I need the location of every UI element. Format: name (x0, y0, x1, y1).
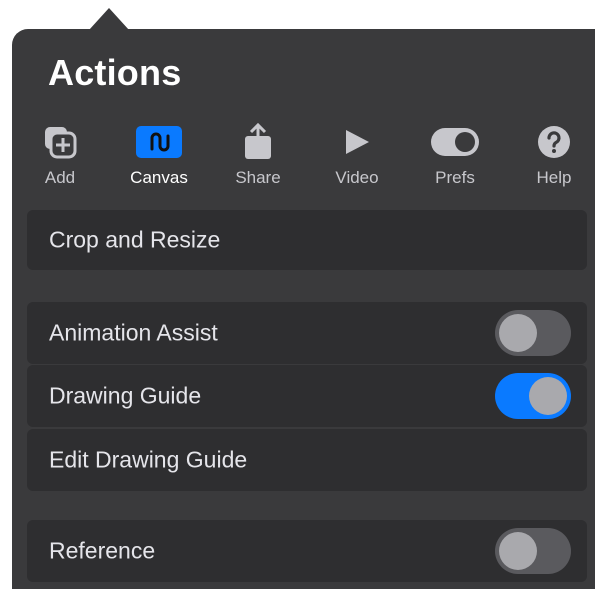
play-icon (342, 124, 372, 160)
tab-canvas[interactable]: Canvas (124, 124, 194, 187)
tab-label-help: Help (536, 168, 572, 187)
row-label: Reference (49, 537, 156, 564)
share-icon (242, 122, 274, 160)
reference-row: Reference (27, 520, 587, 582)
animation-assist-row: Animation Assist (27, 302, 587, 364)
tab-label-prefs: Prefs (435, 168, 475, 187)
reference-toggle[interactable] (495, 528, 571, 574)
toggle-icon (431, 124, 479, 160)
row-label: Animation Assist (49, 319, 218, 346)
row-label: Drawing Guide (49, 382, 202, 409)
tab-label-add: Add (44, 168, 76, 187)
tab-label-share: Share (235, 168, 281, 187)
canvas-icon (136, 124, 182, 160)
panel-title: Actions (48, 52, 182, 93)
tab-prefs[interactable]: Prefs (420, 124, 490, 187)
drawing-guide-toggle[interactable] (495, 373, 571, 419)
toggle-knob (529, 377, 567, 415)
tab-label-canvas: Canvas (130, 168, 188, 187)
toggle-knob (499, 314, 537, 352)
tab-help[interactable]: Help (519, 124, 589, 187)
tab-label-video: Video (335, 168, 379, 187)
add-image-icon (43, 124, 77, 160)
tab-add[interactable]: Add (25, 124, 95, 187)
row-label: Crop and Resize (49, 226, 221, 253)
toggle-knob (499, 532, 537, 570)
edit-drawing-guide-row[interactable]: Edit Drawing Guide (27, 429, 587, 491)
animation-assist-toggle[interactable] (495, 310, 571, 356)
popover-arrow (89, 8, 129, 30)
row-label: Edit Drawing Guide (49, 446, 248, 473)
tab-video[interactable]: Video (322, 124, 392, 187)
drawing-guide-row: Drawing Guide (27, 365, 587, 427)
actions-panel: Actions Add Canvas Share Video Prefs Hel… (12, 29, 595, 589)
tab-share[interactable]: Share (223, 122, 293, 187)
help-icon (537, 124, 571, 160)
crop-and-resize-row[interactable]: Crop and Resize (27, 210, 587, 270)
